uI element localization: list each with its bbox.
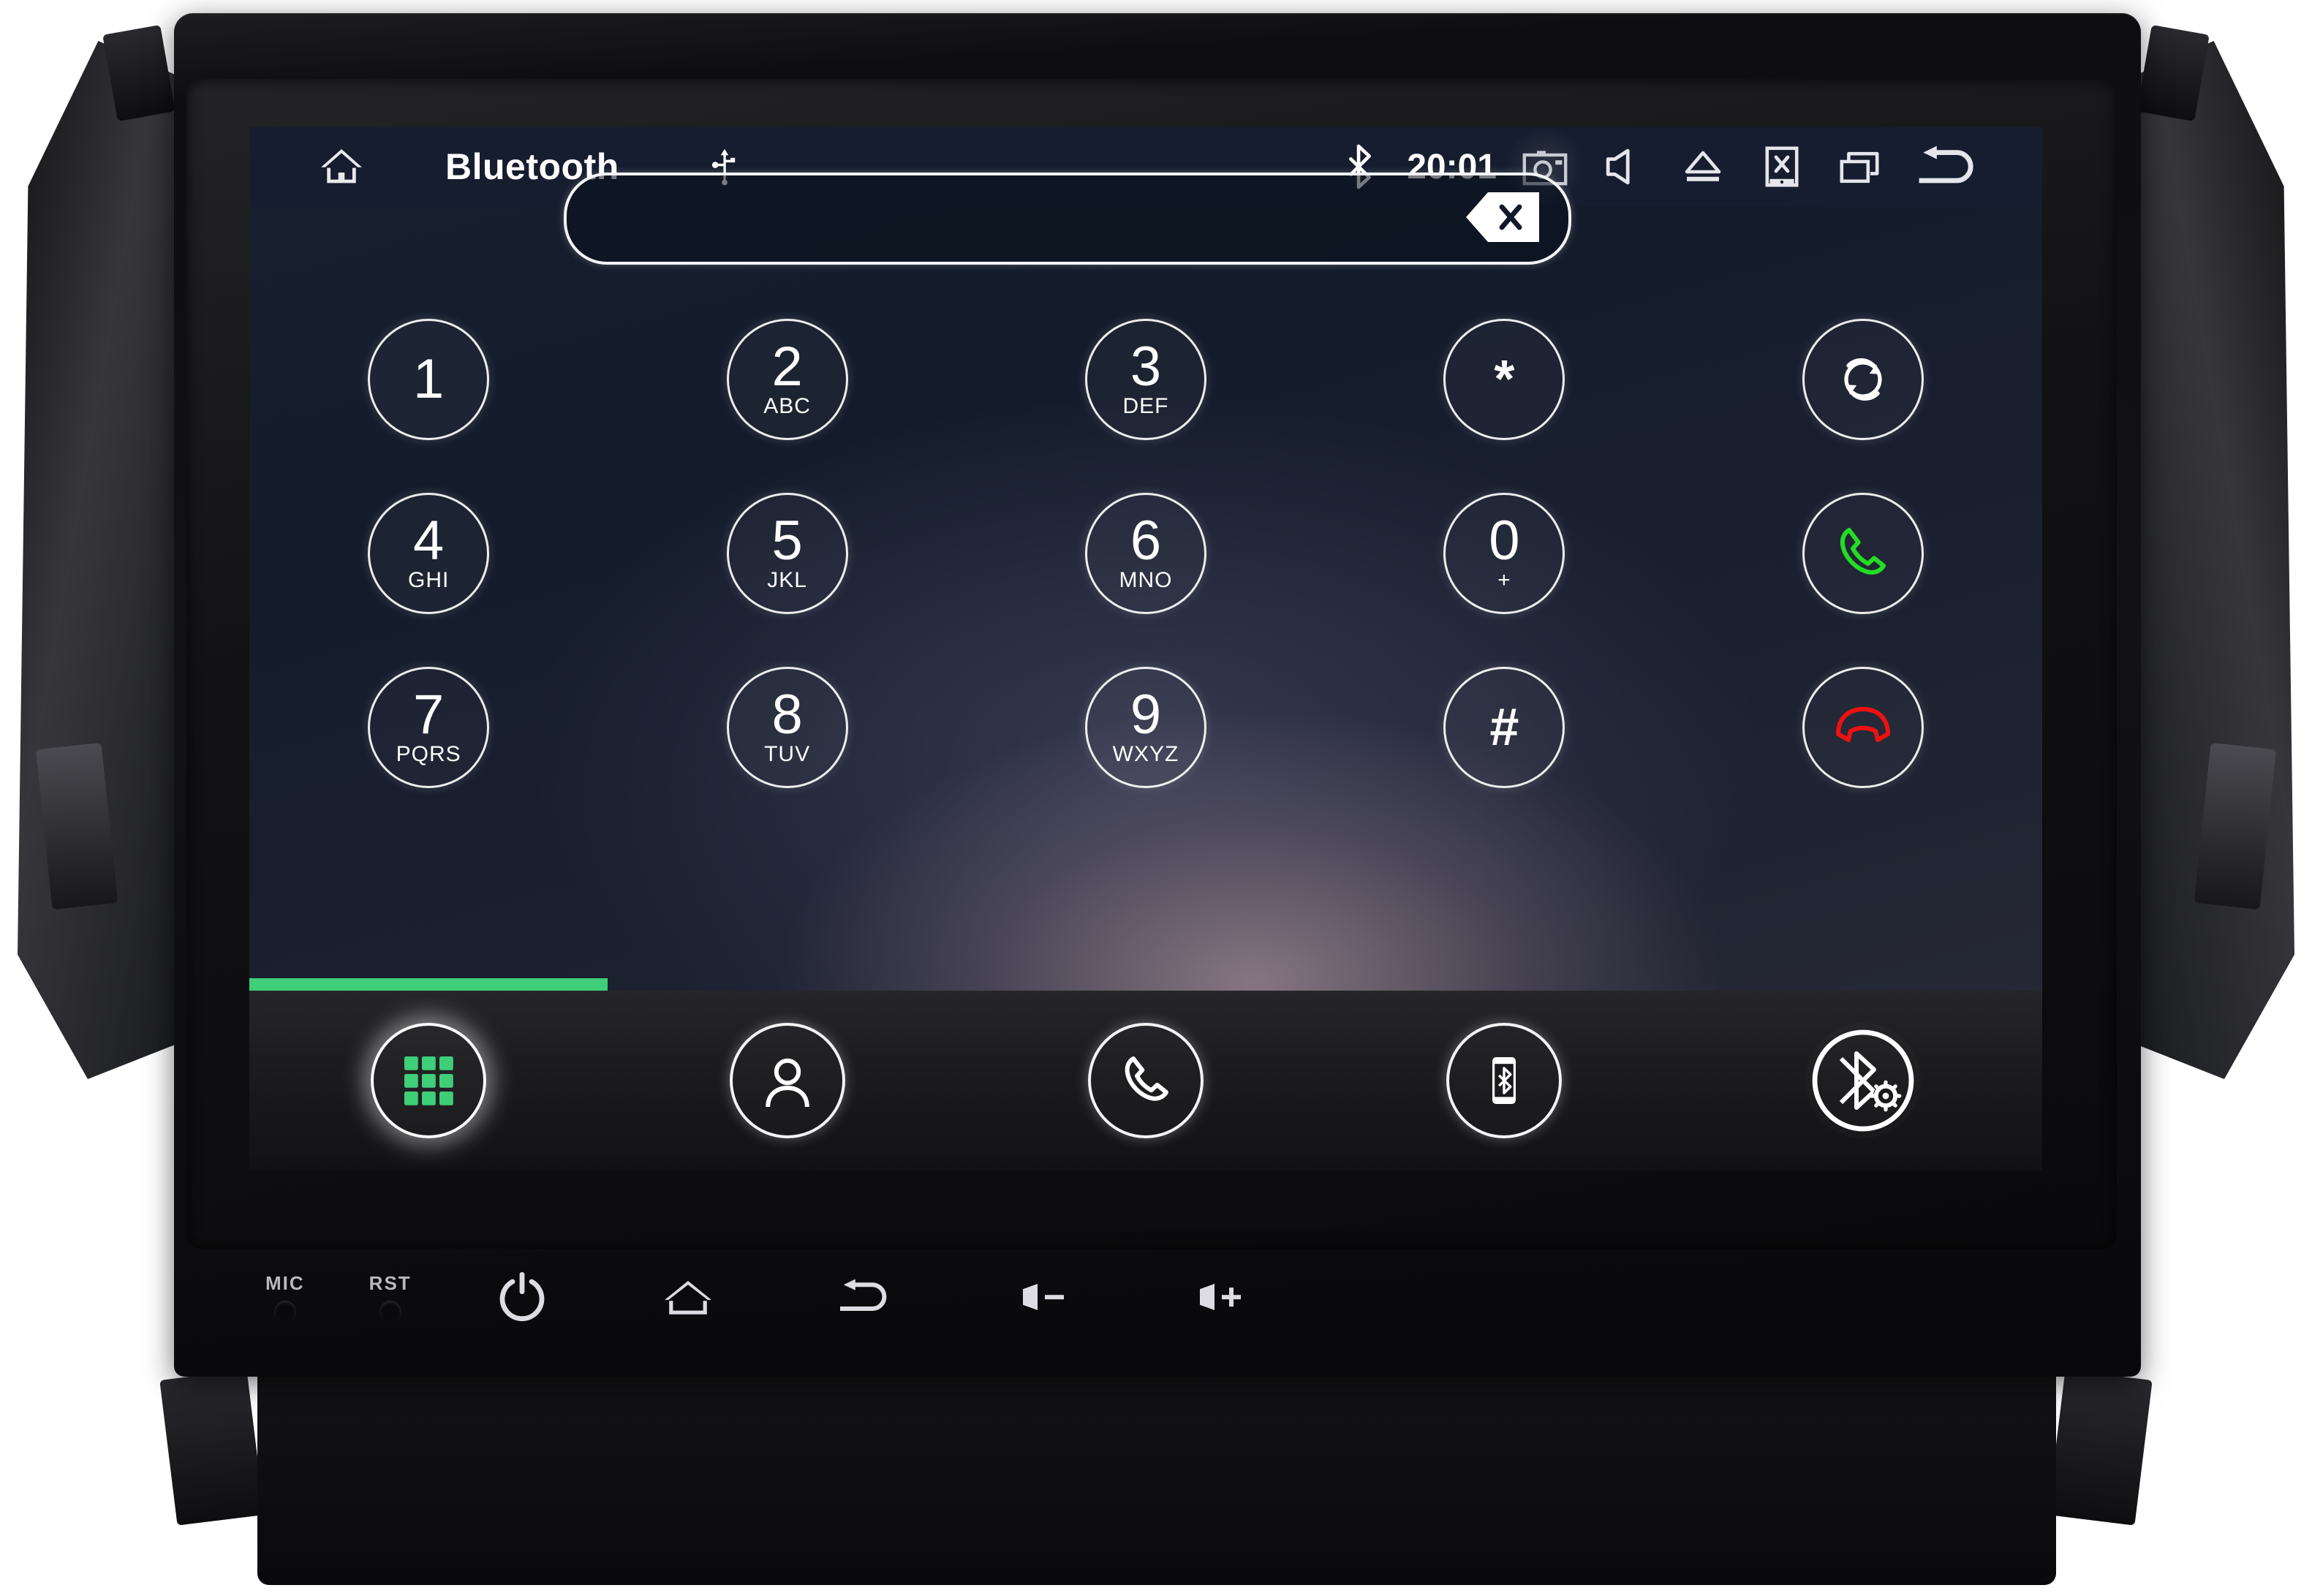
- phone-bluetooth-icon: [1492, 1057, 1516, 1104]
- key-7[interactable]: 7 PQRS: [368, 667, 490, 788]
- key-digit: 5: [771, 510, 803, 572]
- mic-pinhole: MIC: [265, 1272, 305, 1323]
- screen-off-icon[interactable]: [1742, 127, 1821, 206]
- key-digit: 0: [1489, 510, 1520, 572]
- key-9[interactable]: 9 WXYZ: [1084, 667, 1206, 788]
- reset-label: RST: [369, 1271, 412, 1294]
- key-digit: 9: [1130, 684, 1162, 746]
- key-8[interactable]: 8 TUV: [726, 667, 848, 788]
- volume-up-button[interactable]: [1191, 1277, 1254, 1317]
- eject-icon[interactable]: [1663, 127, 1742, 206]
- back-button[interactable]: [837, 1278, 891, 1316]
- key-digit: 8: [771, 684, 803, 746]
- bracket-clip-bottom-left: [159, 1369, 265, 1526]
- key-letters: JKL: [767, 567, 807, 592]
- tab-contacts[interactable]: [729, 1023, 845, 1138]
- key-letters: GHI: [408, 567, 450, 592]
- key-letters: MNO: [1119, 567, 1173, 592]
- home-button[interactable]: [662, 1277, 714, 1317]
- key-letters: ABC: [763, 393, 811, 418]
- key-digit: 4: [413, 510, 445, 572]
- key-letters: TUV: [764, 741, 811, 766]
- mounting-bracket-right: [2119, 41, 2294, 1079]
- mic-hole: [273, 1300, 296, 1323]
- key-3[interactable]: 3 DEF: [1084, 319, 1206, 440]
- key-5[interactable]: 5 JKL: [726, 493, 848, 614]
- bracket-clip-bottom-right: [2047, 1369, 2153, 1526]
- transfer-audio-icon[interactable]: [1802, 319, 1924, 440]
- touchscreen-display[interactable]: Bluetooth 20:01 1 2 ABC 3 DEF * 4 GHI 5 …: [249, 127, 2042, 1170]
- bottom-tab-bar[interactable]: [249, 991, 2042, 1170]
- dialpad-keys[interactable]: 1 2 ABC 3 DEF * 4 GHI 5 JKL 6 MNO 0 +7 PQRS 8 TUV 9 WXYZ #: [249, 292, 2042, 814]
- tab-bt-phone[interactable]: [1446, 1023, 1563, 1138]
- recent-apps-icon[interactable]: [1821, 127, 1900, 206]
- reset-pinhole[interactable]: RST: [369, 1272, 412, 1323]
- key-letters: WXYZ: [1112, 741, 1179, 766]
- power-button[interactable]: [498, 1271, 546, 1323]
- home-icon[interactable]: [302, 127, 381, 206]
- tab-bt-settings[interactable]: [1805, 1023, 1921, 1138]
- red-handset-icon: [1835, 707, 1890, 742]
- key-1[interactable]: 1: [368, 319, 490, 440]
- volume-down-button[interactable]: [1014, 1277, 1077, 1317]
- key-hash[interactable]: #: [1443, 667, 1565, 788]
- head-unit-chassis: Bluetooth 20:01 1 2 ABC 3 DEF * 4 GHI 5 …: [0, 0, 2312, 1596]
- key-digit: 7: [413, 684, 445, 746]
- back-icon[interactable]: [1900, 127, 1994, 206]
- tab-call-log[interactable]: [1087, 1023, 1204, 1138]
- status-accent-bar: [249, 978, 608, 991]
- phone-number-input[interactable]: [564, 173, 1571, 265]
- key-6[interactable]: 6 MNO: [1084, 493, 1206, 614]
- call-button[interactable]: [1802, 493, 1924, 614]
- key-symbol: #: [1489, 698, 1519, 757]
- backspace-icon[interactable]: [1463, 189, 1542, 249]
- key-letters: PQRS: [396, 741, 461, 766]
- end-call-button[interactable]: [1802, 667, 1924, 788]
- bluetooth-settings-icon: [1812, 1029, 1914, 1132]
- key-0[interactable]: 0 +: [1443, 493, 1565, 614]
- hardware-button-row: MIC RST: [186, 1250, 2117, 1344]
- key-2[interactable]: 2 ABC: [726, 319, 848, 440]
- handset-icon: [1125, 1056, 1168, 1101]
- mute-speaker-icon[interactable]: [1584, 127, 1663, 206]
- dialpad-grid-icon: [404, 1056, 453, 1105]
- tab-dialpad[interactable]: [371, 1023, 487, 1138]
- key-digit: 2: [771, 336, 803, 398]
- reset-hole[interactable]: [379, 1300, 401, 1323]
- key-digit: 1: [413, 348, 445, 411]
- green-handset-icon: [1840, 528, 1886, 575]
- key-letters: DEF: [1122, 393, 1169, 418]
- key-4[interactable]: 4 GHI: [368, 493, 490, 614]
- lower-chassis: [257, 1344, 2056, 1585]
- mounting-bracket-left: [18, 41, 193, 1079]
- mic-label: MIC: [265, 1271, 305, 1294]
- contact-person-icon: [765, 1058, 809, 1108]
- key-digit: 3: [1130, 336, 1162, 398]
- key-digit: 6: [1130, 510, 1162, 572]
- key-letters: +: [1497, 567, 1511, 592]
- key-star[interactable]: *: [1443, 319, 1565, 440]
- key-symbol: *: [1494, 350, 1515, 409]
